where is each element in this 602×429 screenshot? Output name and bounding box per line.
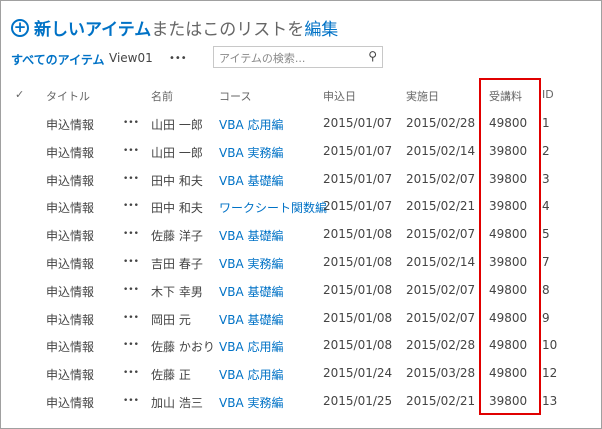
row-menu-button[interactable]: •••: [123, 285, 139, 295]
row-name: 山田 一郎: [151, 145, 203, 160]
row-id: 5: [542, 227, 550, 242]
row-exec-date: 2015/02/14: [406, 143, 476, 158]
row-menu-button[interactable]: •••: [123, 201, 139, 211]
row-name: 田中 和夫: [151, 173, 203, 188]
add-icon[interactable]: +: [11, 18, 29, 37]
row-exec-date: 2015/02/07: [406, 171, 476, 186]
row-id: 2: [542, 143, 550, 158]
row-menu-button[interactable]: •••: [123, 368, 139, 378]
row-apply-date: 2015/01/07: [323, 143, 393, 158]
row-title[interactable]: 申込情報: [46, 338, 94, 355]
view-view01[interactable]: View01: [109, 51, 153, 65]
row-course[interactable]: VBA 基礎編: [219, 311, 283, 328]
row-menu-button[interactable]: •••: [123, 118, 139, 128]
edit-link[interactable]: 編集: [304, 15, 338, 40]
row-course[interactable]: VBA 実務編: [219, 394, 283, 411]
row-id: 8: [542, 282, 550, 297]
search-placeholder: アイテムの検索...: [219, 52, 306, 65]
row-exec-date: 2015/02/07: [406, 310, 476, 325]
search-icon[interactable]: ⚲: [368, 49, 377, 63]
row-apply-date: 2015/01/24: [323, 366, 393, 381]
row-course[interactable]: VBA 基礎編: [219, 283, 283, 300]
header-text: またはこのリストを: [151, 20, 305, 40]
row-name: 山田 一郎: [151, 118, 203, 132]
row-id: 7: [542, 255, 550, 269]
row-id: 3: [542, 171, 550, 186]
row-apply-date: 2015/01/08: [323, 282, 393, 297]
row-name: 田中 和夫: [151, 201, 203, 216]
row-name: 佐藤 かおり: [151, 340, 215, 355]
row-course[interactable]: VBA 実務編: [219, 144, 283, 161]
row-course[interactable]: VBA 応用編: [219, 366, 283, 383]
row-course[interactable]: VBA 応用編: [219, 116, 283, 133]
more-views-button[interactable]: •••: [169, 53, 187, 64]
row-id: 12: [542, 366, 558, 381]
row-menu-button[interactable]: •••: [123, 257, 139, 267]
row-exec-date: 2015/02/07: [406, 227, 476, 242]
row-menu-button[interactable]: •••: [123, 313, 139, 323]
row-id: 1: [542, 116, 550, 130]
row-menu-button[interactable]: •••: [123, 396, 139, 406]
row-id: 9: [542, 310, 550, 325]
row-apply-date: 2015/01/08: [323, 255, 393, 269]
row-name: 木下 幸男: [151, 284, 203, 299]
row-apply-date: 2015/01/07: [323, 171, 393, 186]
row-exec-date: 2015/02/07: [406, 282, 476, 297]
row-apply-date: 2015/01/07: [323, 116, 393, 130]
row-menu-button[interactable]: •••: [123, 340, 139, 350]
row-title[interactable]: 申込情報: [46, 311, 94, 328]
view-all-items[interactable]: すべてのアイテム: [11, 51, 104, 68]
col-id[interactable]: ID: [542, 88, 554, 101]
row-course[interactable]: VBA 基礎編: [219, 227, 283, 244]
row-course[interactable]: VBA 実務編: [219, 255, 283, 272]
new-item-link[interactable]: 新しいアイテム: [34, 15, 151, 40]
row-exec-date: 2015/02/14: [406, 255, 476, 269]
new-item-header: + 新しいアイテム またはこのリストを 編集: [11, 15, 338, 40]
row-title[interactable]: 申込情報: [46, 116, 94, 133]
row-id: 4: [542, 199, 550, 214]
row-exec-date: 2015/02/21: [406, 394, 476, 408]
row-menu-button[interactable]: •••: [123, 229, 139, 239]
col-course[interactable]: コース: [219, 88, 251, 104]
row-title[interactable]: 申込情報: [46, 199, 94, 216]
row-name: 加山 浩三: [151, 396, 203, 410]
row-apply-date: 2015/01/08: [323, 227, 393, 242]
row-name: 佐藤 正: [151, 368, 191, 383]
row-course[interactable]: ワークシート関数編: [219, 199, 327, 216]
row-id: 13: [542, 394, 558, 408]
row-name: 岡田 元: [151, 312, 191, 327]
row-name: 吉田 春子: [151, 257, 203, 271]
row-course[interactable]: VBA 応用編: [219, 338, 283, 355]
col-title[interactable]: タイトル: [46, 88, 90, 104]
row-title[interactable]: 申込情報: [46, 144, 94, 161]
row-exec-date: 2015/02/21: [406, 199, 476, 214]
row-exec-date: 2015/02/28: [406, 338, 476, 353]
col-apply-date[interactable]: 申込日: [323, 88, 356, 104]
row-title[interactable]: 申込情報: [46, 283, 94, 300]
row-id: 10: [542, 338, 558, 353]
search-input[interactable]: アイテムの検索... ⚲: [213, 46, 383, 68]
row-menu-button[interactable]: •••: [123, 146, 139, 156]
row-exec-date: 2015/02/28: [406, 116, 476, 130]
row-apply-date: 2015/01/07: [323, 199, 393, 214]
row-apply-date: 2015/01/25: [323, 394, 393, 408]
row-apply-date: 2015/01/08: [323, 310, 393, 325]
col-exec-date[interactable]: 実施日: [406, 88, 439, 104]
row-title[interactable]: 申込情報: [46, 172, 94, 189]
row-apply-date: 2015/01/08: [323, 338, 393, 353]
row-name: 佐藤 洋子: [151, 229, 203, 244]
row-title[interactable]: 申込情報: [46, 366, 94, 383]
row-menu-button[interactable]: •••: [123, 174, 139, 184]
col-name[interactable]: 名前: [151, 88, 173, 104]
row-title[interactable]: 申込情報: [46, 227, 94, 244]
row-title[interactable]: 申込情報: [46, 394, 94, 411]
row-exec-date: 2015/03/28: [406, 366, 476, 381]
row-title[interactable]: 申込情報: [46, 255, 94, 272]
row-course[interactable]: VBA 基礎編: [219, 172, 283, 189]
fee-column-highlight: [479, 78, 541, 415]
select-all-check[interactable]: ✓: [15, 88, 24, 101]
